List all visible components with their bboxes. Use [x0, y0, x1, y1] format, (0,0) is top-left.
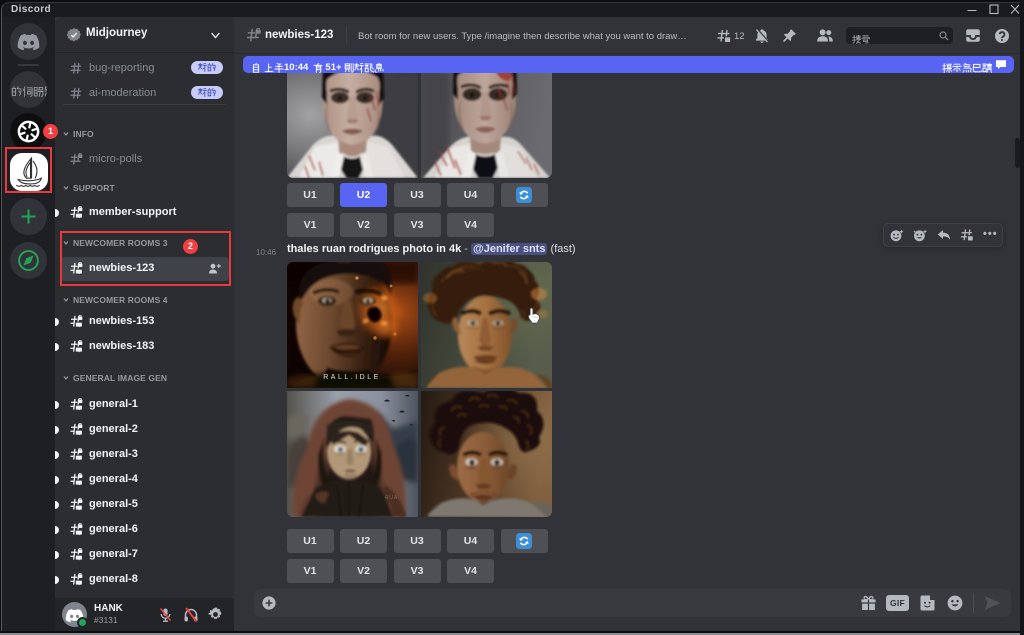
- svg-text:RALL.IDLE: RALL.IDLE: [323, 374, 381, 381]
- svg-text:RUA·: RUA·: [385, 495, 400, 501]
